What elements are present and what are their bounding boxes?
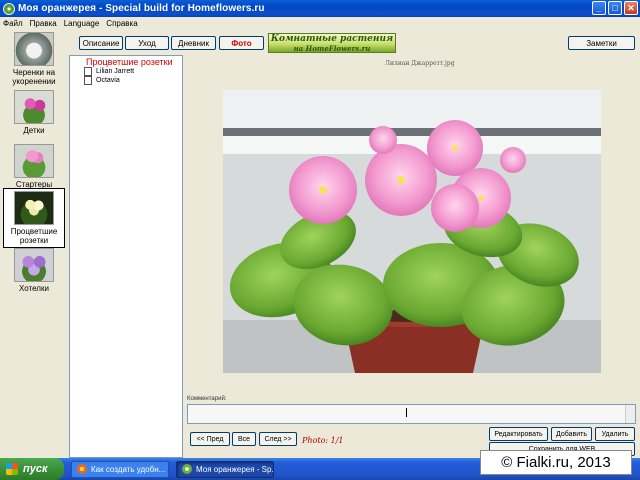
banner-line1: Комнатные растения [270,34,394,44]
photo-filename: Лилиан Джарретт.jpg [385,60,455,67]
prev-photo-button[interactable]: << Пред [190,432,230,446]
plant-tree[interactable]: Процветшие розетки Lilian Jarrett Octavi… [69,55,183,458]
close-button[interactable]: ✕ [624,1,638,15]
next-photo-button[interactable]: След >> [259,432,297,446]
photo-counter: Photo: 1/1 [302,436,344,445]
banner-line2: на HomeFlowers.ru [293,44,371,53]
category-label: Черенки на укоренении [12,68,56,86]
text-caret [406,408,407,417]
tree-header: Процветшие розетки [86,57,173,67]
cuttings-thumbnail [14,32,54,66]
browser-icon [77,464,87,474]
diary-button[interactable]: Дневник [171,36,216,50]
category-label: Детки [23,126,45,135]
starters-thumbnail [14,144,54,178]
homeflowers-banner[interactable]: Комнатные растения на HomeFlowers.ru [268,33,396,53]
babies-thumbnail [14,90,54,124]
category-bloomed-rosettes[interactable]: Процветшие розетки [3,188,65,248]
all-photos-button[interactable]: Все [232,432,256,446]
comment-input[interactable] [187,404,636,424]
edit-button[interactable]: Редактировать [489,427,548,441]
category-wishlist[interactable]: Хотелки [3,248,65,293]
minimize-button[interactable]: _ [592,1,606,15]
category-cuttings[interactable]: Черенки на укоренении [3,32,65,86]
tree-item-label: Lilian Jarrett [96,68,135,75]
menu-bar: Файл Правка Language Справка [0,17,640,30]
document-icon [84,67,92,76]
wishlist-thumbnail [14,248,54,282]
start-label: пуск [23,463,48,475]
bloomed-thumbnail [14,191,54,225]
description-button[interactable]: Описание [79,36,123,50]
taskbar-item-greenhouse[interactable]: Моя оранжерея - Sp... [176,460,274,478]
title-bar: Моя оранжерея - Special build for Homefl… [0,0,640,17]
category-label: Процветшие розетки [10,227,58,245]
plant-photo [223,90,601,373]
tree-item-label: Octavia [96,77,120,84]
taskbar-item-browser[interactable]: Как создать удобн... [71,460,169,478]
windows-logo-icon [6,463,18,475]
start-button[interactable]: пуск [0,458,64,480]
app-icon [3,2,15,15]
greenhouse-app-icon [182,464,192,474]
comment-label: Комментарий: [187,396,227,402]
notes-button[interactable]: Заметки [568,36,635,50]
maximize-button[interactable]: □ [608,1,622,15]
violet-photo-illustration [223,90,601,373]
document-icon [84,76,92,85]
menu-edit[interactable]: Правка [30,19,57,28]
photo-tab-button[interactable]: Фото [219,36,264,50]
category-sidebar: Черенки на укоренении Детки Стартеры Про… [0,30,67,458]
menu-file[interactable]: Файл [3,19,23,28]
tree-item[interactable]: Octavia [70,76,182,85]
tree-item[interactable]: Lilian Jarrett [70,67,182,76]
category-label: Хотелки [19,284,49,293]
add-button[interactable]: Добавить [551,427,592,441]
menu-language[interactable]: Language [64,19,100,28]
task-label: Моя оранжерея - Sp... [196,464,274,474]
comment-scrollbar[interactable] [625,405,635,423]
category-starters[interactable]: Стартеры [3,144,65,189]
care-button[interactable]: Уход [125,36,169,50]
copyright-watermark: © Fialki.ru, 2013 [480,450,632,475]
task-label: Как создать удобн... [91,464,166,474]
menu-help[interactable]: Справка [106,19,137,28]
delete-button[interactable]: Удалить [595,427,635,441]
category-babies[interactable]: Детки [3,90,65,135]
window-title: Моя оранжерея - Special build for Homefl… [18,3,265,14]
